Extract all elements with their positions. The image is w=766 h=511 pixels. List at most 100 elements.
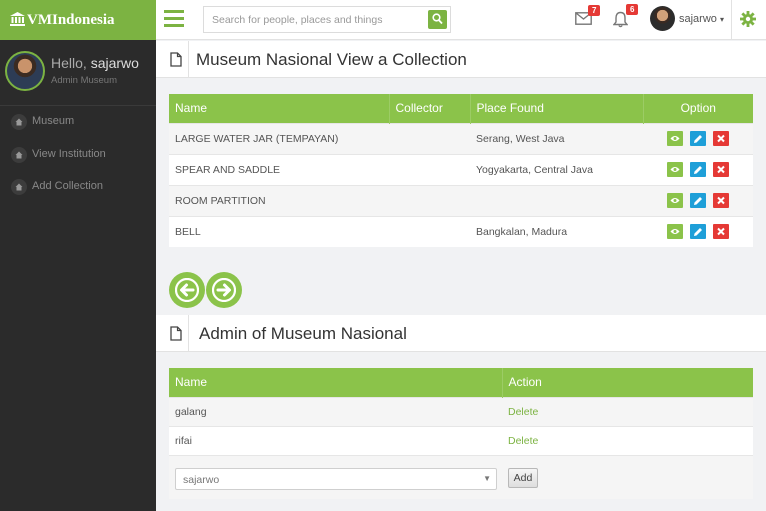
pencil-icon <box>694 135 702 143</box>
delete-button[interactable] <box>712 162 729 177</box>
add-admin-action-cell <box>502 454 753 499</box>
user-role: Admin Museum <box>51 75 117 86</box>
alerts-button[interactable]: 6 <box>612 4 639 31</box>
previous-button[interactable] <box>169 272 205 308</box>
admins-header: Admin of Museum Nasional <box>156 315 766 352</box>
menu-toggle-icon[interactable] <box>164 10 184 30</box>
pencil-icon <box>694 166 702 174</box>
search-input[interactable]: Search for people, places and things <box>212 14 382 26</box>
place-found <box>470 184 643 216</box>
edit-button[interactable] <box>690 224 706 240</box>
delete-link[interactable]: Delete <box>502 425 753 455</box>
collector <box>389 122 470 154</box>
sidebar-item-label: Museum <box>32 115 75 127</box>
user-name: sajarwo ▾ <box>679 13 724 25</box>
collection-table: Name Collector Place Found Option LARGE … <box>169 94 753 247</box>
sidebar-item-museum[interactable]: Museum <box>0 107 156 137</box>
column-header-action: Action <box>502 368 753 397</box>
view-button[interactable] <box>667 131 684 146</box>
sidebar-profile: Hello, sajarwo Admin Museum <box>0 40 156 106</box>
sidebar-item-label: View Institution <box>32 148 106 160</box>
row-options <box>643 215 753 247</box>
table-row: SPEAR AND SADDLE Yogyakarta, Central Jav… <box>169 153 753 185</box>
column-header-option: Option <box>643 94 753 123</box>
collection-name: BELL <box>169 215 389 247</box>
page-title: Museum Nasional View a Collection <box>196 50 467 69</box>
messages-badge: 7 <box>588 5 601 16</box>
divider <box>188 315 189 352</box>
top-navbar: VMIndonesia Search for people, places an… <box>0 0 766 40</box>
edit-button[interactable] <box>690 162 706 177</box>
caret-down-icon: ▼ <box>483 474 491 483</box>
admin-name: galang <box>169 396 502 426</box>
collector <box>389 184 470 216</box>
arrow-right-icon <box>212 278 236 302</box>
place-found: Serang, West Java <box>470 122 643 154</box>
brand-name: VMIndonesia <box>27 12 115 28</box>
document-icon <box>170 52 182 67</box>
search-button[interactable] <box>428 10 447 29</box>
table-row: LARGE WATER JAR (TEMPAYAN) Serang, West … <box>169 122 753 154</box>
admin-select-value: sajarwo <box>183 474 220 486</box>
museum-icon <box>10 12 25 26</box>
view-button[interactable] <box>667 193 684 208</box>
delete-link[interactable]: Delete <box>502 396 753 426</box>
delete-button[interactable] <box>712 131 729 146</box>
row-options <box>643 153 753 185</box>
divider <box>731 0 732 40</box>
column-header-collector: Collector <box>389 94 471 123</box>
home-icon <box>11 114 27 130</box>
collector <box>389 153 470 185</box>
eye-icon <box>670 167 680 172</box>
add-admin-button[interactable]: Add <box>508 468 538 488</box>
sidebar: Hello, sajarwo Admin Museum Museum View … <box>0 40 156 511</box>
gear-icon[interactable] <box>740 11 756 27</box>
sidebar-item-view-institution[interactable]: View Institution <box>0 140 156 170</box>
collection-name: SPEAR AND SADDLE <box>169 153 389 185</box>
admin-select[interactable]: sajarwo ▼ <box>175 468 497 490</box>
home-icon <box>11 179 27 195</box>
close-icon <box>717 165 725 174</box>
messages-button[interactable]: 7 <box>575 5 601 28</box>
pencil-icon <box>694 197 702 205</box>
brand-logo[interactable]: VMIndonesia <box>0 0 156 40</box>
close-icon <box>717 134 725 143</box>
alerts-badge: 6 <box>626 4 639 15</box>
caret-down-icon: ▾ <box>719 15 724 24</box>
collection-header: Museum Nasional View a Collection <box>156 41 766 78</box>
table-row: galang Delete <box>169 396 753 426</box>
view-button[interactable] <box>667 162 684 177</box>
edit-button[interactable] <box>690 193 706 208</box>
eye-icon <box>670 198 680 203</box>
table-row: BELL Bangkalan, Madura <box>169 215 753 247</box>
column-header-name: Name <box>169 368 503 397</box>
sidebar-item-label: Add Collection <box>32 180 103 192</box>
eye-icon <box>670 229 680 235</box>
sidebar-item-add-collection[interactable]: Add Collection <box>0 172 156 202</box>
profile-avatar <box>5 51 45 91</box>
row-options <box>643 122 753 154</box>
section-title: Admin of Museum Nasional <box>199 324 407 343</box>
delete-button[interactable] <box>712 224 729 240</box>
table-row: ROOM PARTITION <box>169 184 753 216</box>
close-icon <box>717 228 725 236</box>
edit-button[interactable] <box>690 131 706 146</box>
collector <box>389 215 470 247</box>
greeting: Hello, sajarwo <box>51 55 139 71</box>
home-icon <box>11 147 27 163</box>
table-row: rifai Delete <box>169 425 753 455</box>
column-header-name: Name <box>169 94 390 123</box>
document-icon <box>170 326 182 341</box>
delete-button[interactable] <box>712 193 729 208</box>
close-icon <box>717 196 725 205</box>
collection-name: LARGE WATER JAR (TEMPAYAN) <box>169 122 389 154</box>
next-button[interactable] <box>206 272 242 308</box>
avatar <box>650 6 675 31</box>
arrow-left-icon <box>175 278 199 302</box>
search-box[interactable]: Search for people, places and things <box>203 6 451 33</box>
eye-icon <box>670 136 680 141</box>
view-button[interactable] <box>667 224 684 240</box>
collection-name: ROOM PARTITION <box>169 184 389 216</box>
row-options <box>643 184 753 216</box>
divider <box>188 41 189 78</box>
